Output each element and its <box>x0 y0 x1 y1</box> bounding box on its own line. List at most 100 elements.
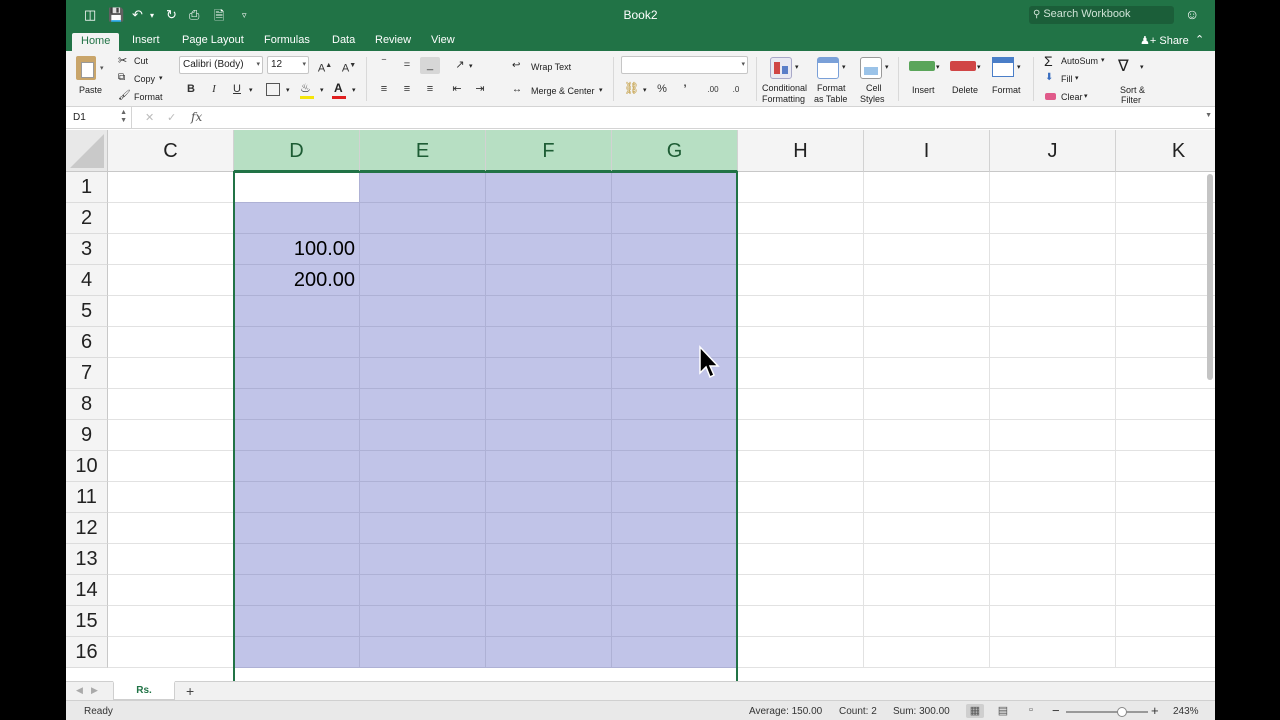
cell-e3[interactable] <box>360 234 486 265</box>
cell-h5[interactable] <box>738 296 864 327</box>
cell-d7[interactable] <box>234 358 360 389</box>
cell-f3[interactable] <box>486 234 612 265</box>
cell-f1[interactable] <box>486 172 612 203</box>
cell-g9[interactable] <box>612 420 738 451</box>
cell-g13[interactable] <box>612 544 738 575</box>
cell-k11[interactable] <box>1116 482 1215 513</box>
cell-j11[interactable] <box>990 482 1116 513</box>
cell-j12[interactable] <box>990 513 1116 544</box>
cell-f13[interactable] <box>486 544 612 575</box>
cell-e16[interactable] <box>360 637 486 668</box>
cell-f14[interactable] <box>486 575 612 606</box>
cell-i15[interactable] <box>864 606 990 637</box>
cell-g1[interactable] <box>612 172 738 203</box>
number-format-select[interactable]: ▾ <box>621 56 748 74</box>
cell-f9[interactable] <box>486 420 612 451</box>
cell-f16[interactable] <box>486 637 612 668</box>
bold-button[interactable]: B <box>181 81 201 98</box>
orientation-dropdown-icon[interactable]: ▾ <box>469 62 473 70</box>
cell-h10[interactable] <box>738 451 864 482</box>
cell-i13[interactable] <box>864 544 990 575</box>
cell-d14[interactable] <box>234 575 360 606</box>
cell-e10[interactable] <box>360 451 486 482</box>
cell-g11[interactable] <box>612 482 738 513</box>
cell-d8[interactable] <box>234 389 360 420</box>
cell-f6[interactable] <box>486 327 612 358</box>
cell-k5[interactable] <box>1116 296 1215 327</box>
accounting-format-icon[interactable]: ⛓ <box>624 81 639 95</box>
cell-c2[interactable] <box>108 203 234 234</box>
cell-d10[interactable] <box>234 451 360 482</box>
column-header-c[interactable]: C <box>108 130 234 172</box>
cell-j6[interactable] <box>990 327 1116 358</box>
column-header-h[interactable]: H <box>738 130 864 172</box>
column-header-i[interactable]: I <box>864 130 990 172</box>
cell-g10[interactable] <box>612 451 738 482</box>
cell-g5[interactable] <box>612 296 738 327</box>
cell-f4[interactable] <box>486 265 612 296</box>
cell-i11[interactable] <box>864 482 990 513</box>
tab-data[interactable]: Data <box>332 34 355 46</box>
cell-d5[interactable] <box>234 296 360 327</box>
insert-function-button[interactable]: fx <box>191 110 202 124</box>
cell-i14[interactable] <box>864 575 990 606</box>
row-header-4[interactable]: 4 <box>66 265 108 296</box>
add-sheet-button[interactable]: + <box>186 683 194 699</box>
cell-h2[interactable] <box>738 203 864 234</box>
cell-c8[interactable] <box>108 389 234 420</box>
row-header-16[interactable]: 16 <box>66 637 108 668</box>
underline-dropdown-icon[interactable]: ▾ <box>249 86 253 94</box>
cell-h7[interactable] <box>738 358 864 389</box>
cell-h4[interactable] <box>738 265 864 296</box>
cell-c4[interactable] <box>108 265 234 296</box>
row-header-7[interactable]: 7 <box>66 358 108 389</box>
cell-j3[interactable] <box>990 234 1116 265</box>
cell-j8[interactable] <box>990 389 1116 420</box>
tab-review[interactable]: Review <box>375 34 411 46</box>
feedback-smiley-icon[interactable]: ☺ <box>1185 6 1199 22</box>
cell-i2[interactable] <box>864 203 990 234</box>
increase-decimal-button[interactable]: .00 <box>703 81 723 98</box>
tab-formulas[interactable]: Formulas <box>264 34 310 46</box>
decrease-decimal-button[interactable]: .0 <box>726 81 746 98</box>
cell-d2[interactable] <box>234 203 360 234</box>
cell-e12[interactable] <box>360 513 486 544</box>
italic-button[interactable]: I <box>204 81 224 98</box>
cell-f15[interactable] <box>486 606 612 637</box>
cell-j1[interactable] <box>990 172 1116 203</box>
cell-c1[interactable] <box>108 172 234 203</box>
accounting-dropdown-icon[interactable]: ▾ <box>643 86 647 94</box>
cell-i9[interactable] <box>864 420 990 451</box>
row-header-10[interactable]: 10 <box>66 451 108 482</box>
cell-d11[interactable] <box>234 482 360 513</box>
cell-f11[interactable] <box>486 482 612 513</box>
row-header-5[interactable]: 5 <box>66 296 108 327</box>
cell-d12[interactable] <box>234 513 360 544</box>
cell-k6[interactable] <box>1116 327 1215 358</box>
column-header-j[interactable]: J <box>990 130 1116 172</box>
cell-k14[interactable] <box>1116 575 1215 606</box>
cell-c5[interactable] <box>108 296 234 327</box>
cell-c3[interactable] <box>108 234 234 265</box>
cell-f5[interactable] <box>486 296 612 327</box>
cell-e15[interactable] <box>360 606 486 637</box>
cell-j4[interactable] <box>990 265 1116 296</box>
cell-c15[interactable] <box>108 606 234 637</box>
cell-k1[interactable] <box>1116 172 1215 203</box>
row-header-12[interactable]: 12 <box>66 513 108 544</box>
search-input[interactable]: ⚲ Search Workbook <box>1029 6 1174 24</box>
row-header-8[interactable]: 8 <box>66 389 108 420</box>
tab-insert[interactable]: Insert <box>132 34 160 46</box>
row-header-6[interactable]: 6 <box>66 327 108 358</box>
cell-f12[interactable] <box>486 513 612 544</box>
cell-d3[interactable]: 100.00 <box>234 234 360 265</box>
cell-e7[interactable] <box>360 358 486 389</box>
cell-k13[interactable] <box>1116 544 1215 575</box>
worksheet-grid[interactable]: C D E F G H I J K 1 2 3 100.00 4 200.00 5 6 7 8 9 10 11 12 13 14… <box>66 130 1215 681</box>
cell-e14[interactable] <box>360 575 486 606</box>
cell-j14[interactable] <box>990 575 1116 606</box>
cell-k12[interactable] <box>1116 513 1215 544</box>
cell-g16[interactable] <box>612 637 738 668</box>
sheet-tab[interactable]: Rs. <box>113 681 175 700</box>
cell-i10[interactable] <box>864 451 990 482</box>
